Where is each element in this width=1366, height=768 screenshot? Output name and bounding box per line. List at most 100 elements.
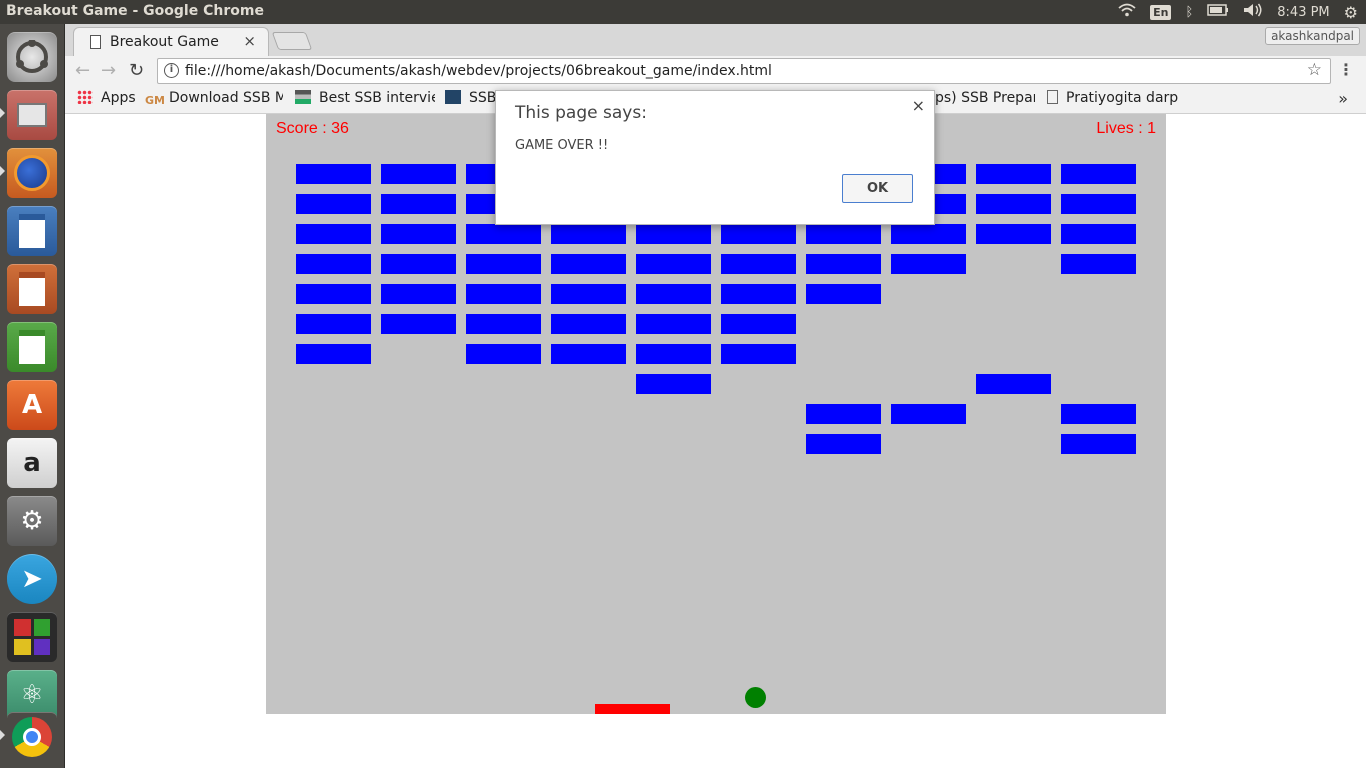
brick — [296, 164, 371, 184]
bookmark-apps[interactable]: Apps — [77, 90, 136, 106]
brick — [551, 344, 626, 364]
brick — [721, 224, 796, 244]
menu-dots-icon[interactable]: ⋮ — [1338, 60, 1354, 79]
running-indicator — [0, 108, 5, 118]
battery-icon[interactable] — [1207, 4, 1229, 20]
bookmark-download-ssb[interactable]: GM Download SSB M — [145, 90, 283, 108]
brick — [466, 314, 541, 334]
brick — [296, 194, 371, 214]
info-icon[interactable]: i — [164, 63, 179, 78]
volume-icon[interactable] — [1243, 3, 1263, 21]
brick — [721, 344, 796, 364]
brick — [976, 164, 1051, 184]
brick — [636, 374, 711, 394]
workspace-switcher-icon[interactable] — [7, 612, 57, 662]
bluetooth-icon[interactable]: ᛒ — [1185, 5, 1193, 20]
chrome-icon[interactable] — [7, 712, 57, 762]
brick — [636, 284, 711, 304]
brick — [806, 284, 881, 304]
tab-title: Breakout Game — [110, 34, 219, 50]
ubuntu-dash-icon[interactable] — [7, 32, 57, 82]
lives-label: Lives : 1 — [1096, 120, 1156, 137]
dialog-message: GAME OVER !! — [515, 138, 609, 153]
brick — [296, 224, 371, 244]
brick — [296, 344, 371, 364]
bookmark-ssb[interactable]: SSB — [445, 90, 495, 106]
brick — [636, 314, 711, 334]
ssb-tips-icon — [445, 90, 461, 104]
indicators: En ᛒ 8:43 PM ⚙ — [1118, 0, 1358, 24]
score-label: Score : 36 — [276, 120, 349, 137]
launcher: A a ⚙ ➤ ⚛ — [0, 24, 65, 768]
bookmark-star-icon[interactable]: ☆ — [1307, 60, 1322, 80]
brick — [891, 404, 966, 424]
brick — [466, 254, 541, 274]
brick — [1061, 254, 1136, 274]
telegram-icon[interactable]: ➤ — [7, 554, 57, 604]
dialog-close-icon[interactable]: × — [912, 96, 925, 115]
bookmark-pratiyogita[interactable]: Pratiyogita darp — [1047, 90, 1182, 106]
brick — [976, 194, 1051, 214]
clock[interactable]: 8:43 PM — [1277, 5, 1329, 20]
reload-icon[interactable]: ↻ — [129, 60, 144, 81]
keyboard-layout-indicator[interactable]: En — [1150, 4, 1172, 20]
brick — [976, 224, 1051, 244]
dialog-title: This page says: — [515, 103, 647, 123]
brick — [976, 374, 1051, 394]
brick — [721, 284, 796, 304]
files-icon[interactable] — [7, 90, 57, 140]
writer-icon[interactable] — [7, 206, 57, 256]
brick — [806, 224, 881, 244]
brick — [721, 314, 796, 334]
settings-icon[interactable]: ⚙ — [7, 496, 57, 546]
amazon-icon[interactable]: a — [7, 438, 57, 488]
flag-icon — [295, 90, 311, 104]
profile-button[interactable]: akashkandpal — [1265, 27, 1360, 45]
brick — [296, 254, 371, 274]
wifi-icon[interactable] — [1118, 3, 1136, 21]
brick — [891, 224, 966, 244]
brick — [1061, 224, 1136, 244]
brick — [636, 344, 711, 364]
brick — [806, 434, 881, 454]
calc-icon[interactable] — [7, 322, 57, 372]
brick — [551, 224, 626, 244]
bookmarks-overflow[interactable]: » — [1338, 89, 1348, 108]
brick — [381, 194, 456, 214]
brick — [296, 284, 371, 304]
brick — [636, 224, 711, 244]
brick — [381, 254, 456, 274]
page-icon — [90, 35, 101, 49]
brick — [381, 314, 456, 334]
browser-window: Breakout Game × akashkandpal ← → ↻ i fil… — [65, 24, 1366, 768]
bookmark-ssb-prep[interactable]: ps) SSB Prepar — [935, 90, 1035, 106]
page-viewport: Score : 36 Lives : 1 This page says: × G… — [65, 90, 1366, 768]
running-indicator — [0, 166, 5, 176]
impress-icon[interactable] — [7, 264, 57, 314]
power-gear-icon[interactable]: ⚙ — [1344, 3, 1358, 22]
firefox-icon[interactable] — [7, 148, 57, 198]
back-arrow-icon[interactable]: ← — [75, 60, 90, 81]
brick — [551, 254, 626, 274]
brick — [721, 254, 796, 274]
brick — [551, 284, 626, 304]
brick — [1061, 404, 1136, 424]
ok-button[interactable]: OK — [842, 174, 913, 203]
bookmark-best-ssb[interactable]: Best SSB intervie — [295, 90, 435, 106]
tab-close-icon[interactable]: × — [243, 32, 256, 50]
brick — [466, 344, 541, 364]
new-tab-button[interactable] — [271, 32, 313, 50]
brick — [806, 404, 881, 424]
forward-arrow-icon[interactable]: → — [101, 60, 116, 81]
tab-breakout-game[interactable]: Breakout Game × — [73, 27, 269, 56]
brick — [891, 254, 966, 274]
brick — [381, 224, 456, 244]
top-panel: Breakout Game - Google Chrome En ᛒ 8:43 … — [0, 0, 1366, 24]
url-text[interactable]: file:///home/akash/Documents/akash/webde… — [185, 63, 772, 79]
page-icon — [1047, 90, 1058, 104]
software-center-icon[interactable]: A — [7, 380, 57, 430]
brick — [296, 314, 371, 334]
address-bar[interactable]: i file:///home/akash/Documents/akash/web… — [157, 58, 1331, 84]
brick — [551, 314, 626, 334]
brick — [381, 284, 456, 304]
